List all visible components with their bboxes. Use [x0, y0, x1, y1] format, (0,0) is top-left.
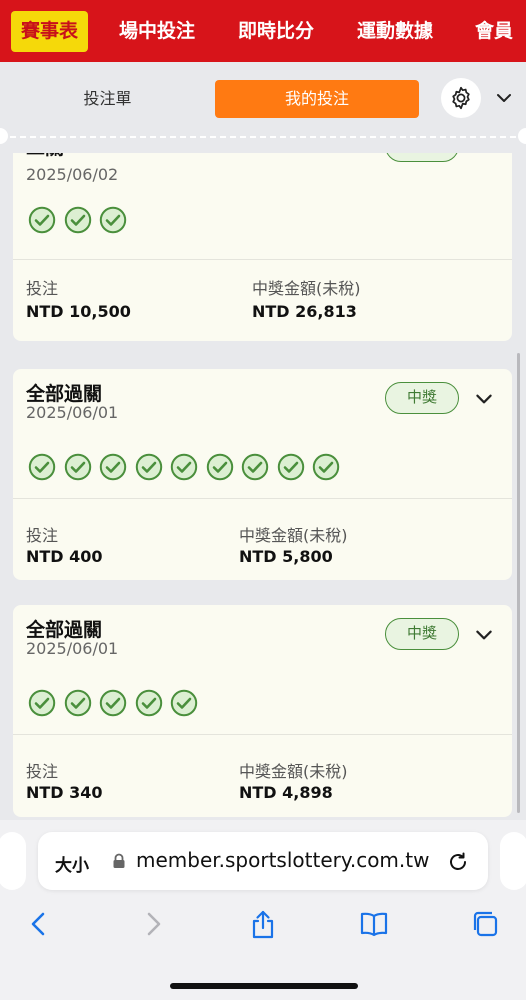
- check-circle-icon: [64, 206, 91, 234]
- check-circle-icon: [241, 453, 269, 481]
- tabs-icon[interactable]: [469, 908, 501, 940]
- settings-button[interactable]: [441, 78, 481, 118]
- check-circle-icon: [206, 453, 233, 481]
- winnings-value: NTD 5,800: [239, 547, 333, 566]
- reload-icon[interactable]: [446, 850, 470, 874]
- check-circle-icon: [64, 453, 91, 481]
- divider: [13, 259, 512, 260]
- nav-item-member[interactable]: 會員: [475, 11, 513, 52]
- nav-item-live-scores[interactable]: 即時比分: [238, 11, 314, 52]
- check-circle-icon: [135, 453, 162, 481]
- stake-label: 投注: [26, 526, 59, 545]
- status-badge: 中獎: [385, 153, 459, 162]
- nav-item-sports-data[interactable]: 運動數據: [357, 11, 433, 52]
- book-icon[interactable]: [358, 908, 390, 940]
- top-nav: 賽事表 場中投注 即時比分 運動數據 會員: [0, 0, 526, 62]
- check-circle-icon: [28, 453, 56, 481]
- check-circle-icon: [99, 206, 127, 234]
- chevron-down-icon[interactable]: [473, 153, 495, 157]
- status-badge: 中獎: [385, 382, 459, 414]
- winnings-label: 中獎金額(未稅): [239, 762, 348, 781]
- legs-checks: [28, 453, 340, 481]
- address-bar[interactable]: 大小 member.sportslottery.com.tw: [38, 832, 488, 890]
- check-circle-icon: [28, 206, 56, 234]
- bet-date: 2025/06/01: [26, 639, 119, 658]
- chevron-down-icon[interactable]: [473, 388, 495, 410]
- winnings-value: NTD 26,813: [252, 302, 357, 321]
- legs-checks: [28, 206, 127, 234]
- ticket-notch-right: [518, 128, 526, 144]
- nav-item-live-betting[interactable]: 場中投注: [119, 11, 195, 52]
- divider: [13, 734, 512, 735]
- check-circle-icon: [135, 689, 162, 717]
- chevron-down-icon[interactable]: [494, 88, 514, 108]
- check-circle-icon: [170, 689, 198, 717]
- winnings-label: 中獎金額(未稅): [239, 526, 348, 545]
- browser-toolbar: 大小 member.sportslottery.com.tw: [0, 820, 526, 1000]
- tab-my-bets[interactable]: 我的投注: [215, 80, 419, 118]
- stake-label: 投注: [26, 762, 59, 781]
- legs-checks: [28, 689, 198, 717]
- check-circle-icon: [99, 453, 127, 481]
- share-icon[interactable]: [247, 908, 279, 940]
- bet-date: 2025/06/01: [26, 403, 119, 422]
- home-indicator: [170, 983, 358, 989]
- check-circle-icon: [277, 453, 304, 481]
- check-circle-icon: [99, 689, 127, 717]
- bet-card[interactable]: 全部過關 2025/06/01 中獎 投注 NTD 400 中獎金額(未稅) N…: [13, 369, 512, 580]
- chevron-down-icon[interactable]: [473, 624, 495, 646]
- next-tab-peek[interactable]: [500, 832, 526, 890]
- lock-icon: [113, 853, 125, 868]
- bet-card[interactable]: 二關 2025/06/02 中獎 投注 NTD 10,500 中獎金額(未稅) …: [13, 153, 512, 341]
- winnings-value: NTD 4,898: [239, 783, 333, 802]
- stake-value: NTD 340: [26, 783, 103, 802]
- check-circle-icon: [28, 689, 56, 717]
- stake-label: 投注: [26, 279, 59, 298]
- bet-date: 2025/06/02: [26, 165, 119, 184]
- nav-item-schedule[interactable]: 賽事表: [11, 11, 89, 52]
- bet-type: 二關: [26, 153, 64, 160]
- bet-card[interactable]: 全部過關 2025/06/01 中獎 投注 NTD 340 中獎金額(未稅) N…: [13, 605, 512, 817]
- ticket-notch-left: [0, 128, 8, 144]
- divider: [10, 136, 516, 138]
- gear-icon: [452, 86, 470, 110]
- stake-value: NTD 10,500: [26, 302, 131, 321]
- text-size-button[interactable]: 大小: [55, 851, 89, 876]
- check-circle-icon: [312, 453, 340, 481]
- bet-type: 全部過關: [26, 619, 103, 641]
- scrollbar[interactable]: [517, 353, 520, 813]
- url-text[interactable]: member.sportslottery.com.tw: [136, 848, 429, 872]
- check-circle-icon: [64, 689, 91, 717]
- tab-betslip[interactable]: 投注單: [60, 80, 155, 118]
- bet-panel: 投注單 我的投注 二關 2025/06/02 中獎 投注 NTD 10,500 …: [0, 68, 526, 868]
- bet-type: 全部過關: [26, 383, 103, 405]
- bet-list[interactable]: 二關 2025/06/02 中獎 投注 NTD 10,500 中獎金額(未稅) …: [0, 153, 526, 868]
- status-badge: 中獎: [385, 618, 459, 650]
- stake-value: NTD 400: [26, 547, 103, 566]
- chevron-right-icon[interactable]: [137, 908, 169, 940]
- check-circle-icon: [170, 453, 198, 481]
- previous-tab-peek[interactable]: [0, 832, 26, 890]
- chevron-left-icon[interactable]: [23, 908, 55, 940]
- winnings-label: 中獎金額(未稅): [252, 279, 361, 298]
- divider: [13, 498, 512, 499]
